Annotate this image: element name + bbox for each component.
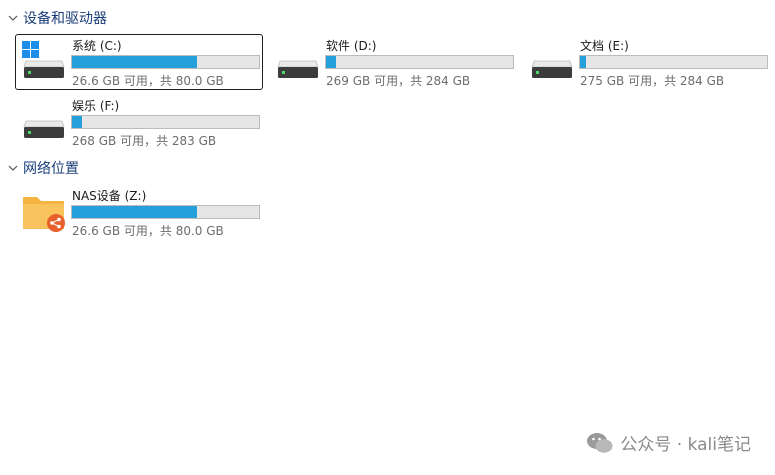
- chevron-down-icon: [8, 15, 18, 21]
- drive-tile-c[interactable]: 系统 (C:) 26.6 GB 可用，共 80.0 GB: [15, 34, 263, 90]
- drive-usage-bar: [71, 115, 260, 129]
- drive-usage-bar: [325, 55, 514, 69]
- network-folder-icon: [23, 197, 65, 232]
- drive-tile-d[interactable]: 软件 (D:) 269 GB 可用，共 284 GB: [269, 34, 517, 90]
- drive-usage-fill: [72, 206, 197, 218]
- drive-usage-bar: [71, 55, 260, 69]
- hard-drive-icon: [277, 60, 319, 78]
- this-pc-view: 设备和驱动器 系统 (C:) 26.6 GB 可用，共 80.0 GB 软件 (…: [0, 0, 775, 475]
- wechat-icon: [587, 432, 613, 453]
- drive-free-space: 26.6 GB 可用，共 80.0 GB: [72, 74, 224, 88]
- hard-drive-icon: [531, 60, 573, 78]
- drive-name: 文档 (E:): [580, 39, 629, 53]
- drive-usage-fill: [72, 116, 82, 128]
- drive-free-space: 275 GB 可用，共 284 GB: [580, 74, 725, 88]
- drive-free-space: 26.6 GB 可用，共 80.0 GB: [72, 224, 224, 238]
- drive-name: 娱乐 (F:): [72, 99, 120, 113]
- section-header-network[interactable]: 网络位置: [6, 158, 79, 178]
- drive-name: 系统 (C:): [72, 39, 122, 53]
- windows-system-drive-icon: [22, 41, 65, 78]
- section-header-devices[interactable]: 设备和驱动器: [6, 8, 107, 28]
- watermark-text: 公众号 · kali笔记: [620, 435, 751, 455]
- network-drive-tile-z[interactable]: NAS设备 (Z:) 26.6 GB 可用，共 80.0 GB: [15, 184, 263, 240]
- drive-name: 软件 (D:): [326, 39, 377, 53]
- drive-usage-bar: [579, 55, 768, 69]
- watermark: 公众号 · kali笔记: [586, 430, 751, 455]
- drive-free-space: 269 GB 可用，共 284 GB: [326, 74, 471, 88]
- drive-name: NAS设备 (Z:): [72, 189, 147, 203]
- drive-usage-bar: [71, 205, 260, 219]
- drive-tile-e[interactable]: 文档 (E:) 275 GB 可用，共 284 GB: [523, 34, 771, 90]
- chevron-down-icon: [8, 165, 18, 171]
- section-title: 网络位置: [23, 161, 79, 177]
- drive-free-space: 268 GB 可用，共 283 GB: [72, 134, 217, 148]
- section-title: 设备和驱动器: [23, 11, 107, 27]
- drive-tile-f[interactable]: 娱乐 (F:) 268 GB 可用，共 283 GB: [15, 94, 263, 150]
- hard-drive-icon: [23, 120, 65, 138]
- drive-usage-fill: [72, 56, 197, 68]
- drive-usage-fill: [580, 56, 586, 68]
- drive-usage-fill: [326, 56, 336, 68]
